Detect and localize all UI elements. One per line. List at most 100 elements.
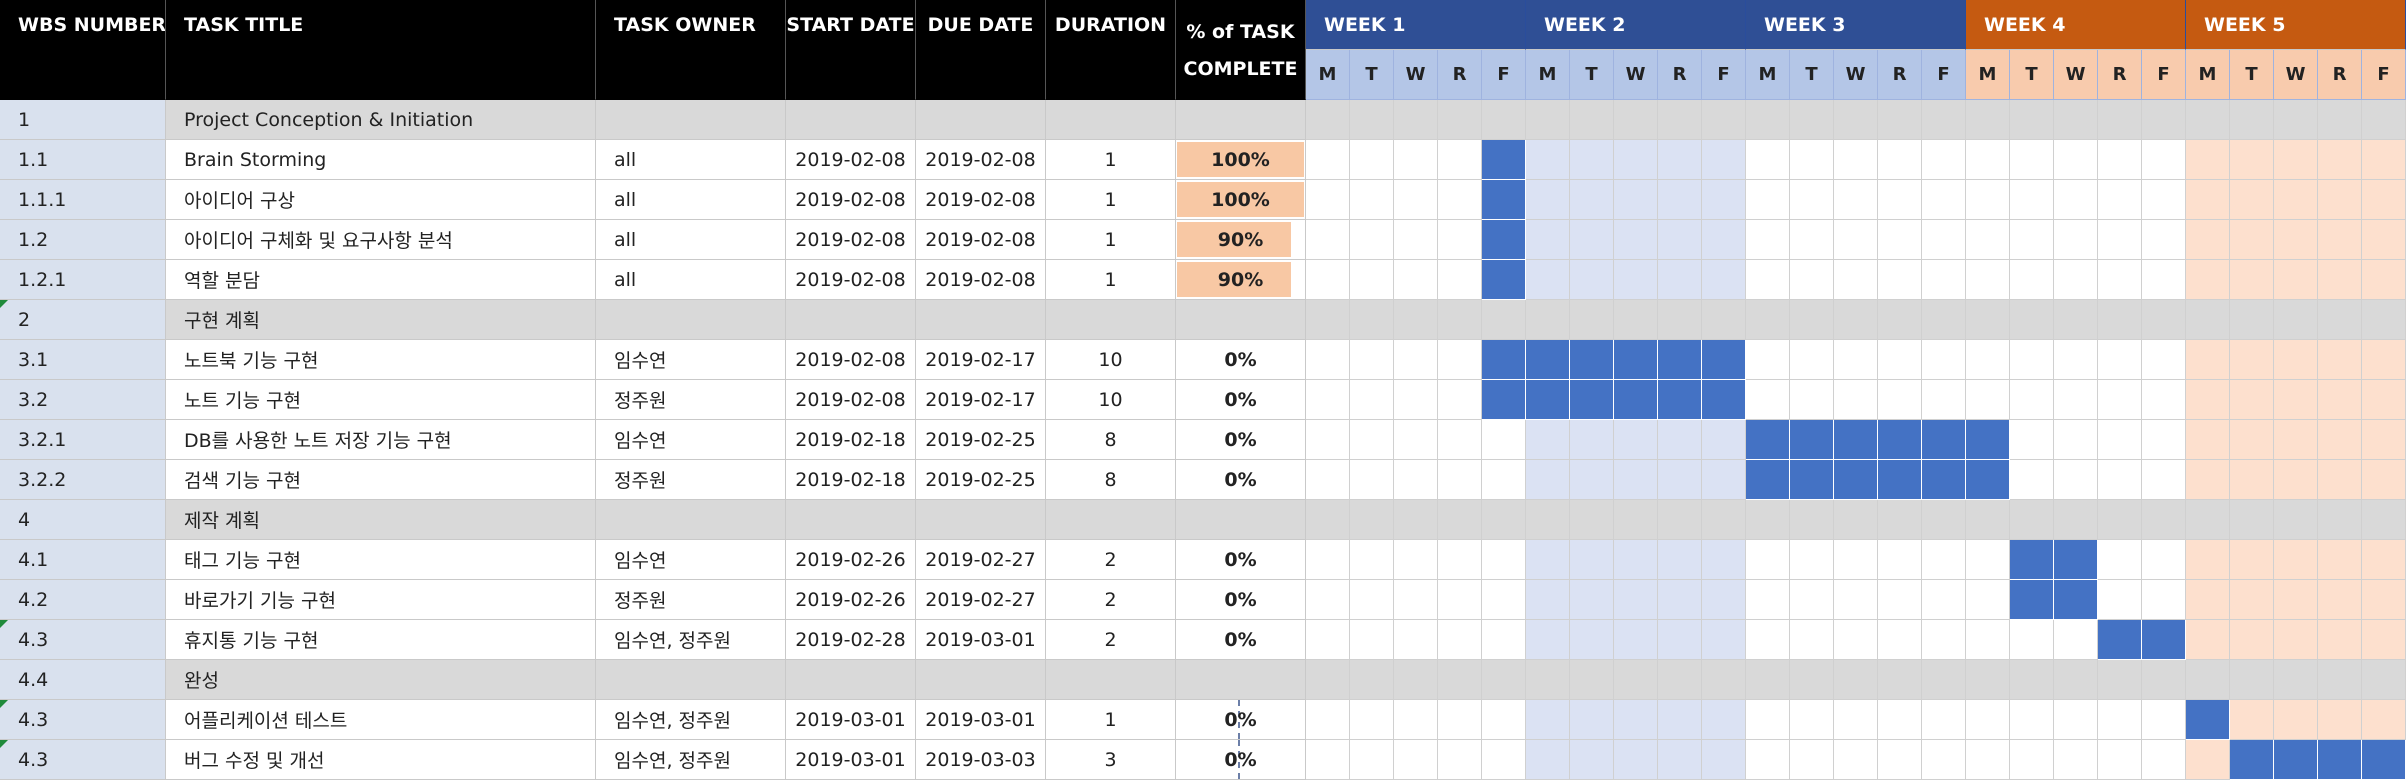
gantt-cell[interactable] [1306, 420, 1350, 460]
gantt-cell[interactable] [2142, 220, 2186, 260]
gantt-cell[interactable] [1702, 540, 1746, 580]
phase-title-cell[interactable]: 제작 계획 [166, 500, 596, 540]
gantt-cell[interactable] [2010, 660, 2054, 700]
gantt-cell[interactable] [2274, 500, 2318, 540]
phase-blank-cell[interactable] [596, 300, 786, 340]
gantt-bar-cell[interactable] [1482, 140, 1526, 180]
gantt-bar-cell[interactable] [1746, 420, 1790, 460]
due-date-cell[interactable]: 2019-02-08 [916, 260, 1046, 300]
gantt-cell[interactable] [2362, 460, 2406, 500]
gantt-cell[interactable] [1966, 500, 2010, 540]
gantt-cell[interactable] [1306, 500, 1350, 540]
task-title-cell[interactable]: 휴지통 기능 구현 [166, 620, 596, 660]
percent-complete-cell[interactable]: 0% [1176, 620, 1306, 660]
gantt-cell[interactable] [2098, 180, 2142, 220]
gantt-cell[interactable] [2230, 180, 2274, 220]
gantt-cell[interactable] [1790, 220, 1834, 260]
gantt-cell[interactable] [1702, 740, 1746, 780]
gantt-cell[interactable] [1394, 460, 1438, 500]
gantt-cell[interactable] [1878, 380, 1922, 420]
gantt-bar-cell[interactable] [2098, 620, 2142, 660]
day-header-w4-r[interactable]: R [2098, 50, 2142, 100]
gantt-cell[interactable] [2142, 540, 2186, 580]
gantt-cell[interactable] [2142, 460, 2186, 500]
gantt-cell[interactable] [1834, 220, 1878, 260]
gantt-cell[interactable] [2098, 260, 2142, 300]
gantt-cell[interactable] [1878, 700, 1922, 740]
due-date-cell[interactable]: 2019-03-01 [916, 700, 1046, 740]
gantt-cell[interactable] [1482, 660, 1526, 700]
gantt-cell[interactable] [1922, 540, 1966, 580]
phase-blank-cell[interactable] [916, 660, 1046, 700]
gantt-cell[interactable] [2362, 380, 2406, 420]
gantt-cell[interactable] [2054, 660, 2098, 700]
gantt-cell[interactable] [1922, 220, 1966, 260]
gantt-cell[interactable] [2318, 180, 2362, 220]
duration-cell[interactable]: 10 [1046, 380, 1176, 420]
gantt-cell[interactable] [2318, 260, 2362, 300]
gantt-bar-cell[interactable] [1702, 380, 1746, 420]
gantt-cell[interactable] [1394, 580, 1438, 620]
wbs-number-cell[interactable]: 1.1 [0, 140, 166, 180]
gantt-cell[interactable] [1526, 460, 1570, 500]
gantt-cell[interactable] [1702, 300, 1746, 340]
gantt-cell[interactable] [2186, 740, 2230, 780]
gantt-cell[interactable] [1658, 300, 1702, 340]
gantt-cell[interactable] [1570, 140, 1614, 180]
task-owner-cell[interactable]: 임수연, 정주원 [596, 740, 786, 780]
gantt-cell[interactable] [1394, 260, 1438, 300]
gantt-cell[interactable] [1438, 660, 1482, 700]
gantt-cell[interactable] [2318, 700, 2362, 740]
gantt-cell[interactable] [1922, 140, 1966, 180]
week-header-1[interactable]: WEEK 1 [1306, 0, 1526, 50]
gantt-cell[interactable] [1702, 500, 1746, 540]
phase-blank-cell[interactable] [596, 500, 786, 540]
wbs-number-cell[interactable]: 3.1 [0, 340, 166, 380]
gantt-cell[interactable] [1746, 540, 1790, 580]
gantt-cell[interactable] [1746, 580, 1790, 620]
gantt-cell[interactable] [1658, 460, 1702, 500]
gantt-cell[interactable] [1702, 460, 1746, 500]
gantt-cell[interactable] [2318, 300, 2362, 340]
gantt-cell[interactable] [2186, 260, 2230, 300]
due-date-cell[interactable]: 2019-02-08 [916, 180, 1046, 220]
gantt-bar-cell[interactable] [1614, 340, 1658, 380]
gantt-cell[interactable] [2142, 660, 2186, 700]
task-owner-cell[interactable]: 정주원 [596, 580, 786, 620]
day-header-w1-m[interactable]: M [1306, 50, 1350, 100]
gantt-cell[interactable] [2098, 340, 2142, 380]
wbs-number-cell[interactable]: 3.2.1 [0, 420, 166, 460]
gantt-cell[interactable] [1394, 420, 1438, 460]
gantt-cell[interactable] [1658, 660, 1702, 700]
gantt-cell[interactable] [1526, 260, 1570, 300]
gantt-cell[interactable] [2010, 740, 2054, 780]
gantt-cell[interactable] [1834, 180, 1878, 220]
gantt-cell[interactable] [1834, 620, 1878, 660]
gantt-cell[interactable] [2010, 500, 2054, 540]
gantt-cell[interactable] [1394, 700, 1438, 740]
gantt-cell[interactable] [2274, 140, 2318, 180]
gantt-cell[interactable] [1350, 620, 1394, 660]
gantt-cell[interactable] [1438, 540, 1482, 580]
gantt-bar-cell[interactable] [1482, 380, 1526, 420]
gantt-cell[interactable] [2010, 340, 2054, 380]
gantt-cell[interactable] [1834, 300, 1878, 340]
gantt-cell[interactable] [1570, 180, 1614, 220]
gantt-cell[interactable] [2362, 500, 2406, 540]
gantt-cell[interactable] [2054, 260, 2098, 300]
phase-blank-cell[interactable] [1046, 500, 1176, 540]
gantt-cell[interactable] [1966, 180, 2010, 220]
task-title-cell[interactable]: 태그 기능 구현 [166, 540, 596, 580]
gantt-cell[interactable] [1306, 340, 1350, 380]
gantt-cell[interactable] [1526, 740, 1570, 780]
gantt-cell[interactable] [2142, 420, 2186, 460]
gantt-cell[interactable] [1570, 460, 1614, 500]
gantt-cell[interactable] [2362, 180, 2406, 220]
gantt-cell[interactable] [1746, 700, 1790, 740]
gantt-cell[interactable] [1790, 700, 1834, 740]
due-date-cell[interactable]: 2019-02-17 [916, 340, 1046, 380]
header-task-owner[interactable]: TASK OWNER [596, 0, 786, 100]
gantt-cell[interactable] [1834, 340, 1878, 380]
gantt-cell[interactable] [1702, 580, 1746, 620]
task-owner-cell[interactable]: all [596, 180, 786, 220]
